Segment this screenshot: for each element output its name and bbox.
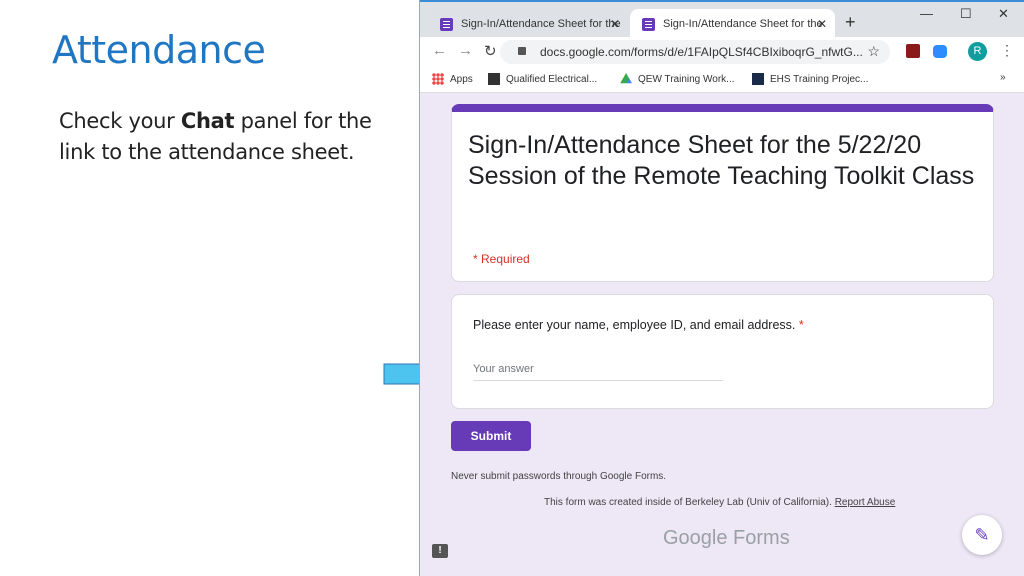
bookmark-apps[interactable]: Apps	[432, 73, 473, 85]
google-forms-logo: Google Forms	[663, 527, 790, 549]
form-header-card: Sign-In/Attendance Sheet for the 5/22/20…	[451, 104, 994, 282]
close-tab-icon[interactable]: ✕	[817, 17, 827, 31]
apps-grid-icon	[432, 73, 444, 85]
toolbar: ← → ↻ docs.google.com/forms/d/e/1FAIpQLS…	[420, 37, 1024, 67]
maximize-button[interactable]: ☐	[960, 6, 972, 22]
question-card: Please enter your name, employee ID, and…	[451, 294, 994, 409]
bookmark-label: Apps	[450, 73, 473, 85]
tab-1[interactable]: Sign-In/Attendance Sheet for the ✕	[428, 9, 628, 39]
tab-label: Sign-In/Attendance Sheet for the	[663, 18, 823, 30]
forms-favicon-icon	[440, 17, 453, 31]
answer-input[interactable]: Your answer	[473, 363, 723, 381]
created-note: This form was created inside of Berkeley…	[544, 497, 895, 508]
report-abuse-link[interactable]: Report Abuse	[835, 497, 896, 508]
bookmark-label: QEW Training Work...	[638, 73, 735, 85]
close-tab-icon[interactable]: ✕	[610, 17, 620, 31]
body-bold: Chat	[180, 109, 235, 133]
question-label: Please enter your name, employee ID, and…	[473, 318, 804, 332]
slide-title: Attendance	[52, 28, 266, 72]
star-icon[interactable]: ☆	[867, 43, 880, 60]
url-text: docs.google.com/forms/d/e/1FAIpQLSf4CBIx…	[540, 45, 863, 59]
required-mark: *	[798, 318, 804, 332]
drive-icon	[620, 73, 632, 84]
required-note: * Required	[473, 252, 530, 266]
new-tab-button[interactable]: +	[845, 12, 856, 33]
feedback-icon[interactable]: !	[432, 544, 448, 558]
password-warning: Never submit passwords through Google Fo…	[451, 471, 667, 482]
submit-button[interactable]: Submit	[451, 421, 531, 451]
checkmark-icon	[752, 73, 764, 85]
address-bar[interactable]: docs.google.com/forms/d/e/1FAIpQLSf4CBIx…	[500, 40, 890, 64]
question-text: Please enter your name, employee ID, and…	[473, 318, 796, 332]
menu-icon[interactable]: ⋮	[1000, 42, 1014, 59]
edit-pencil-button[interactable]: ✎	[962, 515, 1002, 555]
lock-icon	[518, 47, 526, 55]
tab-2[interactable]: Sign-In/Attendance Sheet for the ✕	[630, 9, 835, 39]
body-text: Check your	[59, 109, 181, 133]
zoom-extension-icon[interactable]	[933, 45, 947, 58]
profile-avatar[interactable]: R	[968, 42, 987, 61]
more-bookmarks-icon[interactable]: »	[1000, 72, 1006, 83]
slide-body: Check your Chat panel for the link to th…	[59, 106, 389, 168]
close-window-button[interactable]: ✕	[998, 6, 1009, 22]
forward-icon[interactable]: →	[458, 42, 473, 59]
tab-bar: Sign-In/Attendance Sheet for the ✕ Sign-I…	[420, 0, 1024, 39]
bookmark-qualified-electrical[interactable]: Qualified Electrical...	[488, 73, 597, 85]
created-text: This form was created inside of Berkeley…	[544, 497, 832, 508]
browser-window: Sign-In/Attendance Sheet for the ✕ Sign-I…	[419, 0, 1024, 576]
minimize-button[interactable]: —	[920, 6, 933, 21]
form-title: Sign-In/Attendance Sheet for the 5/22/20…	[468, 131, 975, 190]
acrobat-extension-icon[interactable]	[906, 44, 920, 58]
bookmark-ehs-training[interactable]: EHS Training Projec...	[752, 73, 868, 85]
reload-icon[interactable]: ↻	[484, 42, 497, 60]
tab-label: Sign-In/Attendance Sheet for the	[461, 18, 621, 30]
back-icon[interactable]: ←	[432, 42, 447, 59]
contact-icon	[488, 73, 500, 85]
forms-favicon-icon	[642, 17, 655, 31]
bookmarks-bar: Apps Qualified Electrical... QEW Trainin…	[420, 67, 1024, 93]
bookmark-qew-training[interactable]: QEW Training Work...	[620, 73, 735, 85]
bookmark-label: Qualified Electrical...	[506, 73, 598, 85]
bookmark-label: EHS Training Projec...	[770, 73, 869, 85]
